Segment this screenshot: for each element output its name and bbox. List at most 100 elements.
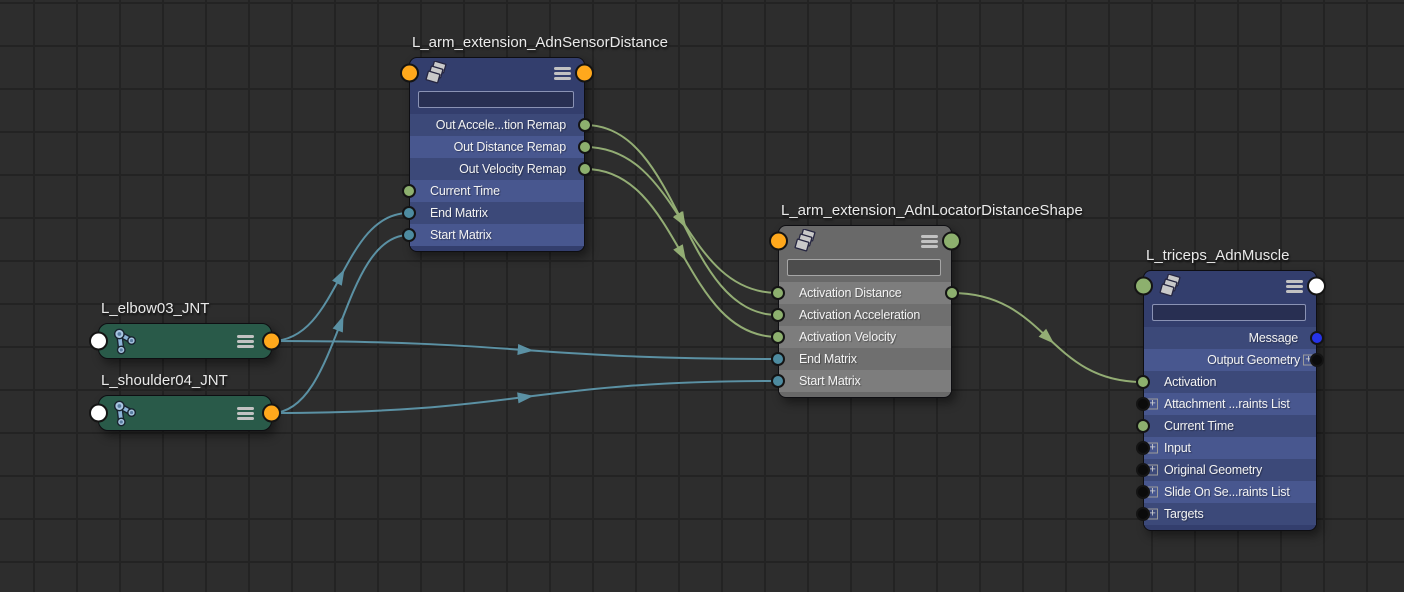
socket-shoulder-header-out[interactable] — [262, 404, 281, 423]
attr-row-input[interactable]: Input — [1144, 437, 1316, 459]
socket-muscle-attachment_constraints_list-in[interactable] — [1136, 397, 1150, 411]
row-label: Attachment ...raints List — [1144, 397, 1294, 411]
socket-muscle-original_geometry-in[interactable] — [1136, 463, 1150, 477]
row-label: Activation Velocity — [779, 330, 900, 344]
wire-arrow — [332, 269, 344, 286]
attr-row-end_matrix[interactable]: End Matrix — [779, 348, 951, 370]
socket-locator-header-in[interactable] — [769, 232, 788, 251]
row-label: Start Matrix — [779, 374, 865, 388]
socket-sensor-header-out[interactable] — [575, 64, 594, 83]
wire-arrow — [673, 244, 686, 261]
socket-muscle-output_geometry-out[interactable] — [1310, 353, 1324, 367]
layers-icon — [793, 229, 818, 259]
socket-locator-start_matrix-in[interactable] — [771, 374, 785, 388]
row-label: End Matrix — [410, 206, 492, 220]
menu-icon[interactable] — [237, 335, 254, 353]
node-editor-canvas[interactable]: L_arm_extension_AdnSensorDistanceOut Acc… — [0, 0, 1404, 592]
layers-icon — [1158, 274, 1183, 304]
row-label: Original Geometry — [1144, 463, 1266, 477]
attr-row-out_distance_remap[interactable]: Out Distance Remap — [410, 136, 584, 158]
socket-locator-activation_distance-in[interactable] — [771, 286, 785, 300]
attr-row-activation[interactable]: Activation — [1144, 371, 1316, 393]
menu-icon[interactable] — [1286, 280, 1303, 298]
socket-muscle-header-out[interactable] — [1307, 277, 1326, 296]
wire-arrow — [333, 316, 344, 333]
layers-icon — [424, 61, 449, 91]
menu-icon[interactable] — [921, 235, 938, 253]
node-header[interactable] — [99, 324, 271, 358]
node-title: L_elbow03_JNT — [101, 300, 209, 317]
socket-sensor-end_matrix-in[interactable] — [402, 206, 416, 220]
socket-muscle-activation-in[interactable] — [1136, 375, 1150, 389]
row-label: Current Time — [1144, 419, 1238, 433]
node-muscle[interactable]: L_triceps_AdnMuscleMessageOutput Geometr… — [1143, 270, 1317, 531]
socket-locator-header-out[interactable] — [942, 232, 961, 251]
attr-row-out_velocity_remap[interactable]: Out Velocity Remap — [410, 158, 584, 180]
attr-row-current_time[interactable]: Current Time — [1144, 415, 1316, 437]
attr-row-output_geometry[interactable]: Output Geometry — [1144, 349, 1316, 371]
socket-muscle-header-in[interactable] — [1134, 277, 1153, 296]
socket-muscle-input-in[interactable] — [1136, 441, 1150, 455]
socket-locator-end_matrix-in[interactable] — [771, 352, 785, 366]
row-label: Activation Distance — [779, 286, 906, 300]
row-label: Activation Acceleration — [779, 308, 924, 322]
wire-arrow — [673, 211, 686, 227]
attr-row-activation_velocity[interactable]: Activation Velocity — [779, 326, 951, 348]
attr-row-end_matrix[interactable]: End Matrix — [410, 202, 584, 224]
socket-sensor-out_acceleration_remap-out[interactable] — [578, 118, 592, 132]
attr-row-start_matrix[interactable]: Start Matrix — [410, 224, 584, 246]
socket-muscle-targets-in[interactable] — [1136, 507, 1150, 521]
attr-row-targets[interactable]: Targets — [1144, 503, 1316, 525]
node-body: Out Accele...tion Remap Out Distance Rema… — [409, 57, 585, 252]
node-elbow[interactable]: L_elbow03_JNT — [98, 323, 272, 359]
row-label: Start Matrix — [410, 228, 496, 242]
row-label: Activation — [1144, 375, 1220, 389]
socket-locator-activation_acceleration-in[interactable] — [771, 308, 785, 322]
attr-row-attachment_constraints_list[interactable]: Attachment ...raints List — [1144, 393, 1316, 415]
socket-locator-activation_distance-out[interactable] — [945, 286, 959, 300]
node-name-field[interactable] — [1152, 304, 1306, 321]
node-locator[interactable]: L_arm_extension_AdnLocatorDistanceShapeA… — [778, 225, 952, 398]
socket-sensor-start_matrix-in[interactable] — [402, 228, 416, 242]
attr-row-original_geometry[interactable]: Original Geometry — [1144, 459, 1316, 481]
node-body: Message Output Geometry Activation Attachme… — [1143, 270, 1317, 531]
attr-row-out_acceleration_remap[interactable]: Out Accele...tion Remap — [410, 114, 584, 136]
menu-icon[interactable] — [237, 407, 254, 425]
socket-sensor-current_time-in[interactable] — [402, 184, 416, 198]
socket-sensor-header-in[interactable] — [400, 64, 419, 83]
node-name-field-row — [779, 256, 951, 282]
socket-muscle-message-out[interactable] — [1310, 331, 1324, 345]
node-header[interactable] — [779, 226, 951, 256]
attr-row-activation_acceleration[interactable]: Activation Acceleration — [779, 304, 951, 326]
socket-elbow-header-in[interactable] — [89, 332, 108, 351]
socket-sensor-out_velocity_remap-out[interactable] — [578, 162, 592, 176]
node-name-field-row — [1144, 301, 1316, 327]
attr-row-start_matrix[interactable]: Start Matrix — [779, 370, 951, 392]
socket-muscle-current_time-in[interactable] — [1136, 419, 1150, 433]
row-label: Output Geometry — [1203, 353, 1316, 367]
socket-sensor-out_distance_remap-out[interactable] — [578, 140, 592, 154]
socket-locator-activation_velocity-in[interactable] — [771, 330, 785, 344]
node-body — [98, 395, 272, 431]
node-name-field[interactable] — [787, 259, 941, 276]
menu-icon[interactable] — [554, 67, 571, 85]
node-header[interactable] — [410, 58, 584, 88]
attr-row-message[interactable]: Message — [1144, 327, 1316, 349]
node-body — [98, 323, 272, 359]
joint-icon — [110, 399, 140, 433]
node-name-field[interactable] — [418, 91, 574, 108]
node-header[interactable] — [99, 396, 271, 430]
attr-row-activation_distance[interactable]: Activation Distance — [779, 282, 951, 304]
node-sensor[interactable]: L_arm_extension_AdnSensorDistanceOut Acc… — [409, 57, 585, 252]
row-label: Slide On Se...raints List — [1144, 485, 1294, 499]
socket-elbow-header-out[interactable] — [262, 332, 281, 351]
node-header[interactable] — [1144, 271, 1316, 301]
attr-row-slide_on_segment_constraints_list[interactable]: Slide On Se...raints List — [1144, 481, 1316, 503]
node-shoulder[interactable]: L_shoulder04_JNT — [98, 395, 272, 431]
node-title: L_triceps_AdnMuscle — [1146, 247, 1289, 264]
row-label: Out Distance Remap — [450, 140, 584, 154]
wire-arrow — [517, 392, 534, 403]
socket-muscle-slide_on_segment_constraints_list-in[interactable] — [1136, 485, 1150, 499]
socket-shoulder-header-in[interactable] — [89, 404, 108, 423]
attr-row-current_time[interactable]: Current Time — [410, 180, 584, 202]
